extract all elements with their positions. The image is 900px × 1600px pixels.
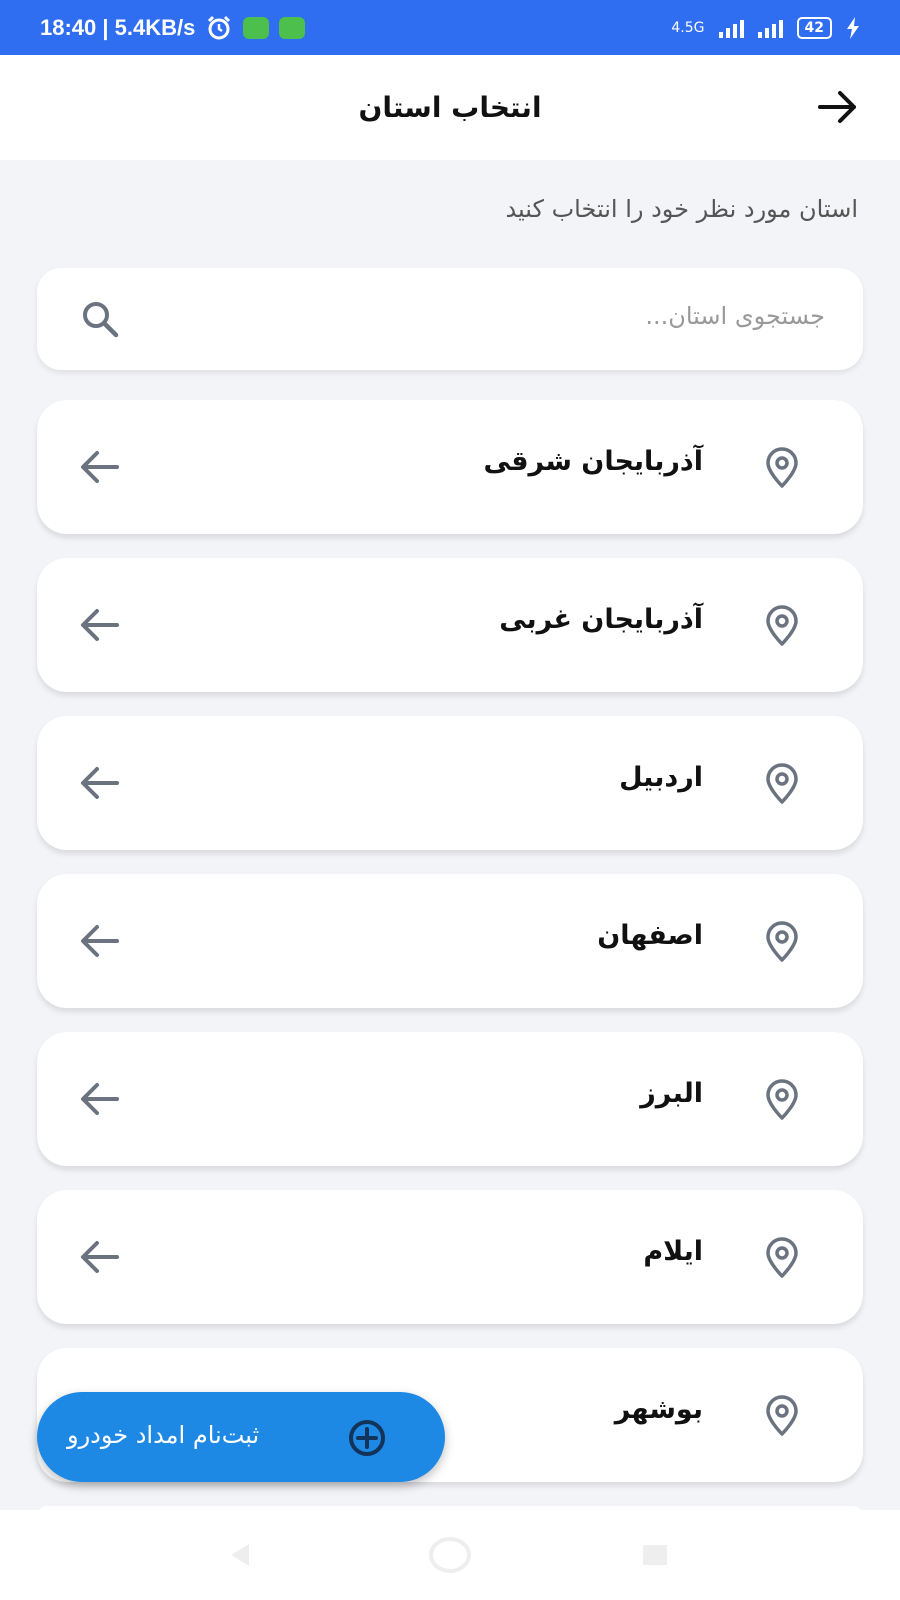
page-title: انتخاب استان [358, 91, 542, 124]
search-box[interactable]: جستجوی استان... [37, 268, 863, 370]
fab-label: ثبت‌نام امداد خودرو [67, 1421, 260, 1449]
arrow-left-icon [81, 1241, 119, 1273]
status-time: 18:40 | 5.4KB/s [40, 14, 196, 40]
notification-app-icon [279, 16, 306, 39]
app-bar: انتخاب استان [0, 55, 900, 160]
battery-icon: 42 [796, 16, 832, 39]
plus-circle-icon [349, 1420, 385, 1456]
signal-icon [718, 18, 744, 38]
location-pin-icon [766, 447, 798, 488]
province-item[interactable]: اردبیل [37, 716, 863, 850]
nav-recents-icon[interactable] [640, 1540, 670, 1570]
province-name: بوشهر [614, 1394, 703, 1425]
arrow-left-icon [81, 767, 119, 799]
alarm-icon [208, 15, 231, 39]
location-pin-icon [766, 605, 798, 646]
province-name: البرز [640, 1078, 703, 1109]
location-pin-icon [766, 1079, 798, 1120]
search-icon [83, 302, 119, 338]
notification-app-icon [243, 16, 270, 39]
location-pin-icon [766, 1395, 798, 1436]
nav-back-icon[interactable] [225, 1540, 255, 1570]
province-item[interactable]: آذربایجان غربی [37, 558, 863, 692]
province-item[interactable]: آذربایجان شرقی [37, 400, 863, 534]
charging-icon [847, 16, 859, 39]
location-pin-icon [766, 921, 798, 962]
arrow-left-icon [81, 451, 119, 483]
search-input[interactable]: جستجوی استان... [645, 302, 825, 330]
province-name: آذربایجان شرقی [483, 446, 703, 477]
arrow-left-icon [81, 1083, 119, 1115]
signal-icon [757, 18, 783, 38]
nav-home-icon[interactable] [428, 1536, 472, 1574]
province-item[interactable]: اصفهان [37, 874, 863, 1008]
province-name: اردبیل [619, 762, 703, 793]
register-roadside-assistance-button[interactable]: ثبت‌نام امداد خودرو [37, 1392, 445, 1482]
network-type: 4.5G [671, 19, 705, 36]
instruction-text: استان مورد نظر خود را انتخاب کنید [505, 195, 858, 223]
status-bar: 18:40 | 5.4KB/s 4.5G 42 [0, 0, 900, 55]
province-item[interactable]: ایلام [37, 1190, 863, 1324]
location-pin-icon [766, 763, 798, 804]
province-name: اصفهان [597, 920, 703, 951]
status-right: 4.5G 42 [671, 16, 860, 39]
province-item[interactable]: البرز [37, 1032, 863, 1166]
status-left: 18:40 | 5.4KB/s [40, 14, 306, 42]
system-nav-bar [0, 1510, 900, 1600]
arrow-left-icon [81, 925, 119, 957]
back-arrow-icon[interactable] [816, 85, 860, 129]
arrow-left-icon [81, 609, 119, 641]
location-pin-icon [766, 1237, 798, 1278]
province-name: آذربایجان غربی [499, 604, 703, 635]
province-name: ایلام [643, 1236, 703, 1267]
